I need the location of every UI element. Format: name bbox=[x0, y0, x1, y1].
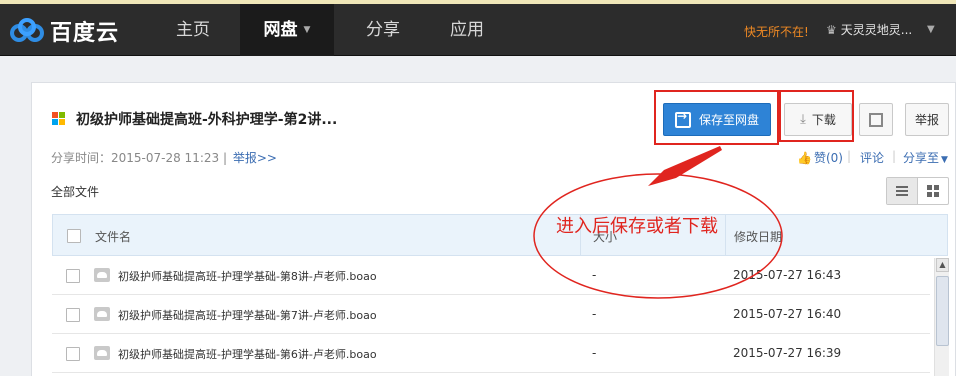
nav-item-share[interactable]: 分享 bbox=[338, 4, 428, 56]
nav-item-label: 主页 bbox=[176, 20, 210, 40]
logo-text: 百度云 bbox=[50, 21, 120, 46]
like-button[interactable]: 👍 赞(0) bbox=[797, 149, 843, 166]
file-list-scrollbar[interactable]: ▲ bbox=[934, 258, 949, 376]
user-menu[interactable]: ♛ 天灵灵地灵... bbox=[826, 21, 912, 38]
chevron-down-icon: ▼ bbox=[941, 155, 948, 165]
file-table-header: 文件名 大小 修改日期 bbox=[52, 214, 948, 256]
column-header-date[interactable]: 修改日期 bbox=[734, 228, 782, 245]
column-divider bbox=[725, 215, 726, 255]
file-name[interactable]: 初级护师基础提高班-护理学基础-第7讲-卢老师.boao bbox=[118, 307, 377, 323]
top-nav: 百度云 主页 网盘 ▼ 分享 应用 快无所不在! ♛ 天灵灵地灵... ▼ bbox=[0, 4, 956, 56]
report-link[interactable]: 举报>> bbox=[233, 151, 277, 165]
view-toggle bbox=[886, 177, 949, 205]
share-panel: 初级护师基础提高班-外科护理学-第2讲... 分享时间：2015-07-28 1… bbox=[31, 82, 956, 376]
share-to-menu[interactable]: 分享至 ▼ bbox=[903, 149, 948, 166]
share-time: 分享时间：2015-07-28 11:23 bbox=[51, 151, 220, 165]
download-button[interactable]: ⤓ 下载 bbox=[784, 103, 852, 136]
user-badge-icon: ♛ bbox=[826, 22, 837, 37]
row-checkbox[interactable] bbox=[66, 308, 80, 322]
file-date: 2015-07-27 16:43 bbox=[733, 268, 842, 282]
save-to-disk-icon bbox=[674, 109, 691, 128]
share-title-row: 初级护师基础提高班-外科护理学-第2讲... bbox=[52, 109, 337, 129]
download-icon: ⤓ bbox=[800, 112, 806, 127]
table-row[interactable]: 初级护师基础提高班-护理学基础-第6讲-卢老师.boao - 2015-07-2… bbox=[52, 334, 930, 373]
baidu-cloud-logo-icon bbox=[10, 18, 44, 42]
file-name[interactable]: 初级护师基础提高班-护理学基础-第6讲-卢老师.boao bbox=[118, 346, 377, 362]
file-size: - bbox=[592, 346, 597, 360]
username: 天灵灵地灵... bbox=[840, 23, 913, 37]
save-button-label: 保存至网盘 bbox=[698, 113, 759, 127]
share-meta: 分享时间：2015-07-28 11:23 | 举报>> bbox=[51, 149, 277, 166]
file-date: 2015-07-27 16:40 bbox=[733, 307, 842, 321]
file-size: - bbox=[592, 307, 597, 321]
action-separator: | bbox=[847, 149, 852, 163]
action-separator: | bbox=[892, 149, 897, 163]
file-date: 2015-07-27 16:39 bbox=[733, 346, 842, 360]
share-to-label: 分享至 bbox=[903, 151, 940, 165]
scroll-thumb[interactable] bbox=[936, 276, 949, 346]
nav-item-label: 分享 bbox=[366, 20, 400, 40]
nav-item-label: 网盘 bbox=[263, 20, 298, 40]
list-view-icon bbox=[895, 186, 908, 196]
comment-link[interactable]: 评论 bbox=[860, 149, 884, 166]
thumbs-up-icon: 👍 bbox=[797, 151, 812, 165]
qrcode-button[interactable] bbox=[859, 103, 893, 136]
grid-view-button[interactable] bbox=[918, 178, 948, 204]
report-button[interactable]: 举报 bbox=[905, 103, 949, 136]
report-button-label: 举报 bbox=[914, 113, 939, 127]
meta-separator: | bbox=[222, 151, 228, 165]
table-row[interactable]: 初级护师基础提高班-护理学基础-第8讲-卢老师.boao - 2015-07-2… bbox=[52, 256, 930, 295]
like-label: 赞(0) bbox=[813, 151, 843, 165]
logo[interactable]: 百度云 bbox=[10, 16, 119, 46]
column-header-name[interactable]: 文件名 bbox=[95, 228, 131, 245]
list-view-button[interactable] bbox=[887, 178, 918, 204]
download-button-label: 下载 bbox=[811, 113, 836, 127]
chevron-down-icon[interactable]: ▼ bbox=[927, 24, 935, 35]
table-row[interactable]: 初级护师基础提高班-护理学基础-第7讲-卢老师.boao - 2015-07-2… bbox=[52, 295, 930, 334]
nav-item-label: 应用 bbox=[450, 20, 484, 40]
select-all-checkbox[interactable] bbox=[67, 229, 81, 243]
all-files-breadcrumb[interactable]: 全部文件 bbox=[51, 183, 99, 200]
cloud-file-icon bbox=[94, 346, 110, 360]
grid-view-icon bbox=[926, 185, 939, 197]
promo-link[interactable]: 快无所不在! bbox=[744, 23, 809, 40]
file-size: - bbox=[592, 268, 597, 282]
annotation-note: 进入后保存或者下载 bbox=[556, 216, 718, 237]
cloud-file-icon bbox=[94, 268, 110, 282]
share-title: 初级护师基础提高班-外科护理学-第2讲... bbox=[76, 112, 338, 128]
nav-item-netdisk[interactable]: 网盘 ▼ bbox=[240, 4, 334, 56]
scroll-up-icon[interactable]: ▲ bbox=[936, 258, 949, 272]
save-to-netdisk-button[interactable]: 保存至网盘 bbox=[663, 103, 771, 136]
chevron-down-icon: ▼ bbox=[303, 25, 311, 35]
cloud-file-icon bbox=[94, 307, 110, 321]
windows-logo-icon bbox=[52, 112, 66, 126]
qrcode-icon bbox=[869, 112, 883, 127]
row-checkbox[interactable] bbox=[66, 347, 80, 361]
file-name[interactable]: 初级护师基础提高班-护理学基础-第8讲-卢老师.boao bbox=[118, 268, 377, 284]
row-checkbox[interactable] bbox=[66, 269, 80, 283]
nav-item-home[interactable]: 主页 bbox=[148, 4, 238, 56]
nav-item-apps[interactable]: 应用 bbox=[422, 4, 512, 56]
